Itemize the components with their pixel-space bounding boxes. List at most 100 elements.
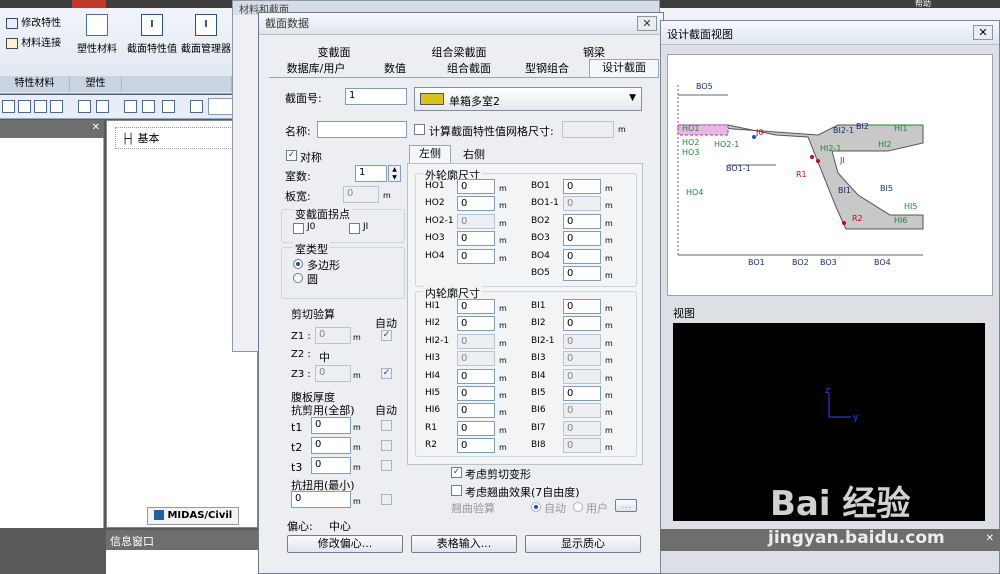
consider-warping-checkbox[interactable] — [451, 485, 462, 496]
field-input[interactable]: 0 — [563, 231, 601, 247]
field-input[interactable]: 0 — [563, 179, 601, 194]
field-input[interactable]: 0 — [457, 403, 495, 419]
tab-left-side[interactable]: 左侧 — [409, 145, 451, 163]
tab-midas-civil[interactable]: MIDAS/Civil — [147, 507, 240, 525]
symmetric-checkbox[interactable]: ✓ — [286, 150, 297, 161]
z3-input[interactable]: 0 — [315, 365, 351, 382]
calc-mesh-checkbox[interactable] — [414, 124, 425, 135]
warping-user-radio[interactable] — [573, 502, 583, 512]
tool-icon[interactable] — [142, 100, 155, 113]
field-input[interactable]: 0 — [457, 196, 495, 212]
t2-auto-checkbox[interactable] — [381, 440, 392, 451]
field-input[interactable]: 0 — [563, 403, 601, 419]
unit-label: m — [605, 391, 613, 400]
z3-auto-checkbox[interactable]: ✓ — [381, 368, 392, 379]
torsion-input[interactable]: 0 — [291, 491, 351, 508]
field-input[interactable]: 0 — [457, 438, 495, 454]
section-props-value-button[interactable]: I 截面特性值 — [126, 14, 178, 55]
field-input[interactable]: 0 — [457, 299, 495, 314]
field-input[interactable]: 0 — [563, 213, 601, 229]
field-input[interactable]: 0 — [563, 386, 601, 401]
field-input[interactable]: 0 — [563, 420, 601, 436]
j0-checkbox[interactable] — [293, 223, 304, 234]
close-icon[interactable]: ✕ — [92, 122, 100, 133]
close-icon[interactable]: ✕ — [986, 533, 994, 544]
table-input-button[interactable]: 表格输入... — [411, 535, 517, 553]
field-input[interactable]: 0 — [457, 231, 495, 247]
field-input[interactable]: 0 — [563, 438, 601, 454]
t3-input[interactable]: 0 — [311, 457, 351, 474]
field-input[interactable]: 0 — [563, 299, 601, 314]
z1-input[interactable]: 0 — [315, 327, 351, 344]
section-manager-button[interactable]: I 截面管理器 — [180, 14, 232, 55]
field-input[interactable]: 0 — [563, 248, 601, 264]
field-input[interactable]: 0 — [457, 248, 495, 264]
ji-checkbox[interactable] — [349, 223, 360, 234]
t3-auto-checkbox[interactable] — [381, 460, 392, 471]
tab-numeric[interactable]: 数值 — [359, 61, 431, 77]
material-link-button[interactable]: 材料连接 — [6, 34, 61, 49]
unit-label: m — [353, 371, 361, 380]
tab-composite-beam[interactable]: 组合梁截面 — [394, 45, 524, 61]
field-input[interactable]: 0 — [563, 266, 601, 281]
props-icon — [6, 17, 18, 29]
polygon-radio[interactable] — [293, 259, 303, 269]
tab-database-user[interactable]: 数据库/用户 — [275, 61, 357, 77]
torsion-auto-checkbox[interactable] — [381, 494, 392, 505]
help-tab[interactable]: 帮助 — [915, 0, 995, 8]
tool-icon[interactable] — [18, 100, 31, 113]
mesh-size-input[interactable] — [562, 121, 614, 138]
tab-var-section[interactable]: 变截面 — [279, 45, 389, 61]
section-no-input[interactable]: 1 — [345, 88, 407, 105]
tool-icon[interactable] — [78, 100, 91, 113]
name-input[interactable] — [317, 121, 407, 138]
tool-icon[interactable] — [50, 100, 63, 113]
tab-right-side[interactable]: 右侧 — [453, 147, 495, 163]
field-input[interactable]: 0 — [457, 351, 495, 367]
design-view-close-button[interactable]: ✕ — [973, 25, 993, 40]
field-input[interactable]: 0 — [457, 179, 495, 194]
tool-icon[interactable] — [2, 100, 15, 113]
select-arrow-icon[interactable] — [190, 100, 203, 113]
consider-shear-checkbox[interactable]: ✓ — [451, 467, 462, 478]
web-width-input[interactable]: 0 — [343, 186, 379, 203]
cells-input[interactable]: 1 — [355, 165, 387, 182]
field-input[interactable]: 0 — [563, 368, 601, 384]
tool-icon[interactable] — [34, 100, 47, 113]
plastic-material-button[interactable]: 塑性材料 — [76, 14, 118, 55]
field-input[interactable]: 0 — [563, 333, 601, 349]
warping-more-button[interactable]: ... — [615, 499, 637, 512]
cells-spinner[interactable]: ▲ ▼ — [388, 165, 401, 182]
tool-icon[interactable] — [96, 100, 109, 113]
field-input[interactable]: 0 — [457, 316, 495, 332]
warping-auto-radio[interactable] — [531, 502, 541, 512]
t1-auto-checkbox[interactable] — [381, 420, 392, 431]
dialog-close-button[interactable]: ✕ — [637, 16, 657, 31]
field-input[interactable]: 0 — [563, 351, 601, 367]
z1-auto-checkbox[interactable]: ✓ — [381, 330, 392, 341]
ribbon-tab[interactable] — [160, 0, 190, 8]
show-centroid-button[interactable]: 显示质心 — [525, 535, 641, 553]
field-input[interactable]: 0 — [563, 316, 601, 332]
ribbon-tab[interactable] — [0, 0, 60, 8]
modify-props-button[interactable]: 修改特性 — [6, 14, 61, 29]
circle-radio[interactable] — [293, 273, 303, 283]
field-input[interactable]: 0 — [563, 196, 601, 212]
field-input[interactable]: 0 — [457, 213, 495, 229]
field-input[interactable]: 0 — [457, 420, 495, 436]
field-input[interactable]: 0 — [457, 368, 495, 384]
tab-composite-section[interactable]: 组合截面 — [433, 61, 505, 77]
tool-icon[interactable] — [162, 100, 175, 113]
diagram-label: BO5 — [696, 82, 713, 91]
modify-eccentric-button[interactable]: 修改偏心... — [287, 535, 403, 553]
section-type-select[interactable]: 单箱多室2 ▼ — [414, 87, 642, 111]
ribbon-tab[interactable] — [110, 0, 140, 8]
field-input[interactable]: 0 — [457, 386, 495, 401]
t1-input[interactable]: 0 — [311, 417, 351, 434]
tab-steel-combo[interactable]: 型钢组合 — [507, 61, 587, 77]
ribbon-tab-active[interactable] — [72, 0, 106, 8]
field-input[interactable]: 0 — [457, 333, 495, 349]
t2-input[interactable]: 0 — [311, 437, 351, 454]
tool-icon[interactable] — [124, 100, 137, 113]
tab-design-section[interactable]: 设计截面 — [589, 59, 659, 77]
